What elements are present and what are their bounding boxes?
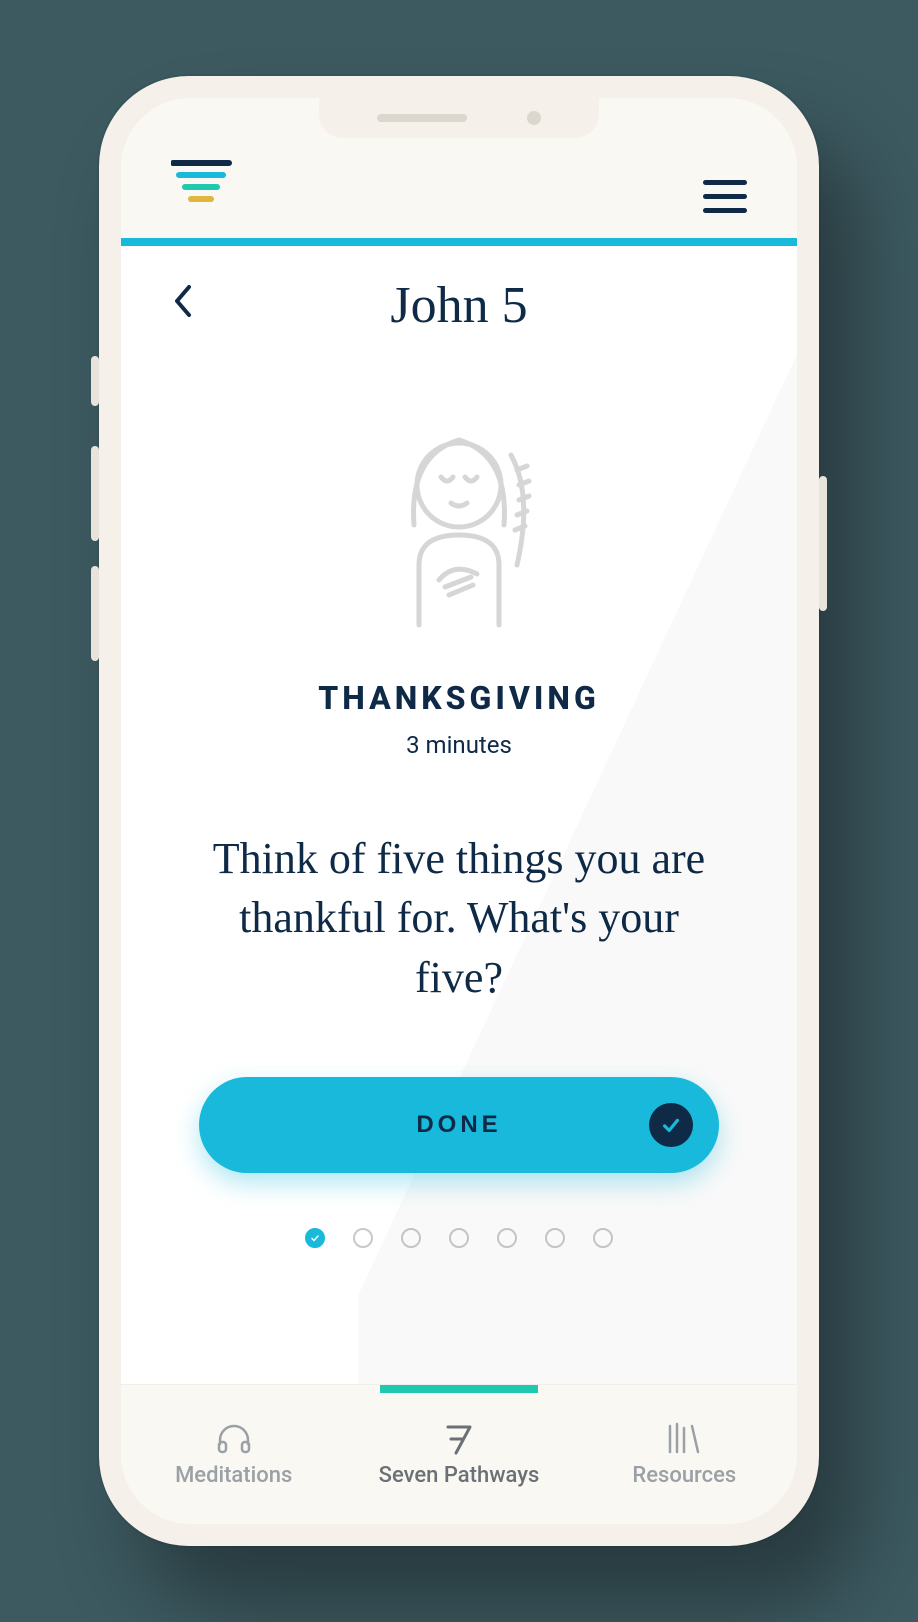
thanksgiving-illustration-icon — [359, 415, 559, 639]
pagination-dot[interactable] — [449, 1228, 469, 1248]
back-button[interactable] — [171, 281, 193, 330]
nav-active-indicator — [380, 1385, 538, 1393]
page-title: John 5 — [161, 276, 757, 335]
accent-divider — [121, 238, 797, 246]
main-content: THANKSGIVING 3 minutes Think of five thi… — [121, 345, 797, 1384]
nav-label: Meditations — [175, 1463, 292, 1488]
app-logo-icon — [171, 157, 235, 213]
volume-button — [91, 566, 99, 661]
volume-button — [91, 446, 99, 541]
nav-item-meditations[interactable]: Meditations — [121, 1385, 346, 1524]
nav-label: Seven Pathways — [379, 1463, 540, 1488]
phone-notch — [319, 98, 599, 138]
menu-icon[interactable] — [703, 180, 747, 213]
pagination-dot[interactable] — [305, 1228, 325, 1248]
volume-button — [91, 356, 99, 406]
nav-item-resources[interactable]: Resources — [572, 1385, 797, 1524]
nav-item-seven-pathways[interactable]: Seven Pathways — [346, 1385, 571, 1524]
pagination-dot[interactable] — [353, 1228, 373, 1248]
phone-frame: John 5 — [99, 76, 819, 1546]
pagination-dot[interactable] — [593, 1228, 613, 1248]
seven-icon — [444, 1421, 474, 1455]
done-button[interactable]: DONE — [199, 1077, 719, 1173]
title-bar: John 5 — [121, 246, 797, 345]
done-button-label: DONE — [416, 1111, 501, 1139]
section-heading: THANKSGIVING — [318, 679, 600, 717]
bottom-nav: Meditations Seven Pathways Resources — [121, 1384, 797, 1524]
power-button — [819, 476, 827, 611]
pagination-dot[interactable] — [497, 1228, 517, 1248]
books-icon — [664, 1421, 704, 1455]
nav-label: Resources — [632, 1463, 736, 1488]
section-prompt: Think of five things you are thankful fo… — [199, 829, 719, 1007]
pagination-dots — [305, 1228, 613, 1248]
pagination-dot[interactable] — [545, 1228, 565, 1248]
headphones-icon — [216, 1421, 252, 1455]
section-duration: 3 minutes — [406, 731, 512, 759]
screen: John 5 — [121, 98, 797, 1524]
check-icon — [649, 1103, 693, 1147]
pagination-dot[interactable] — [401, 1228, 421, 1248]
